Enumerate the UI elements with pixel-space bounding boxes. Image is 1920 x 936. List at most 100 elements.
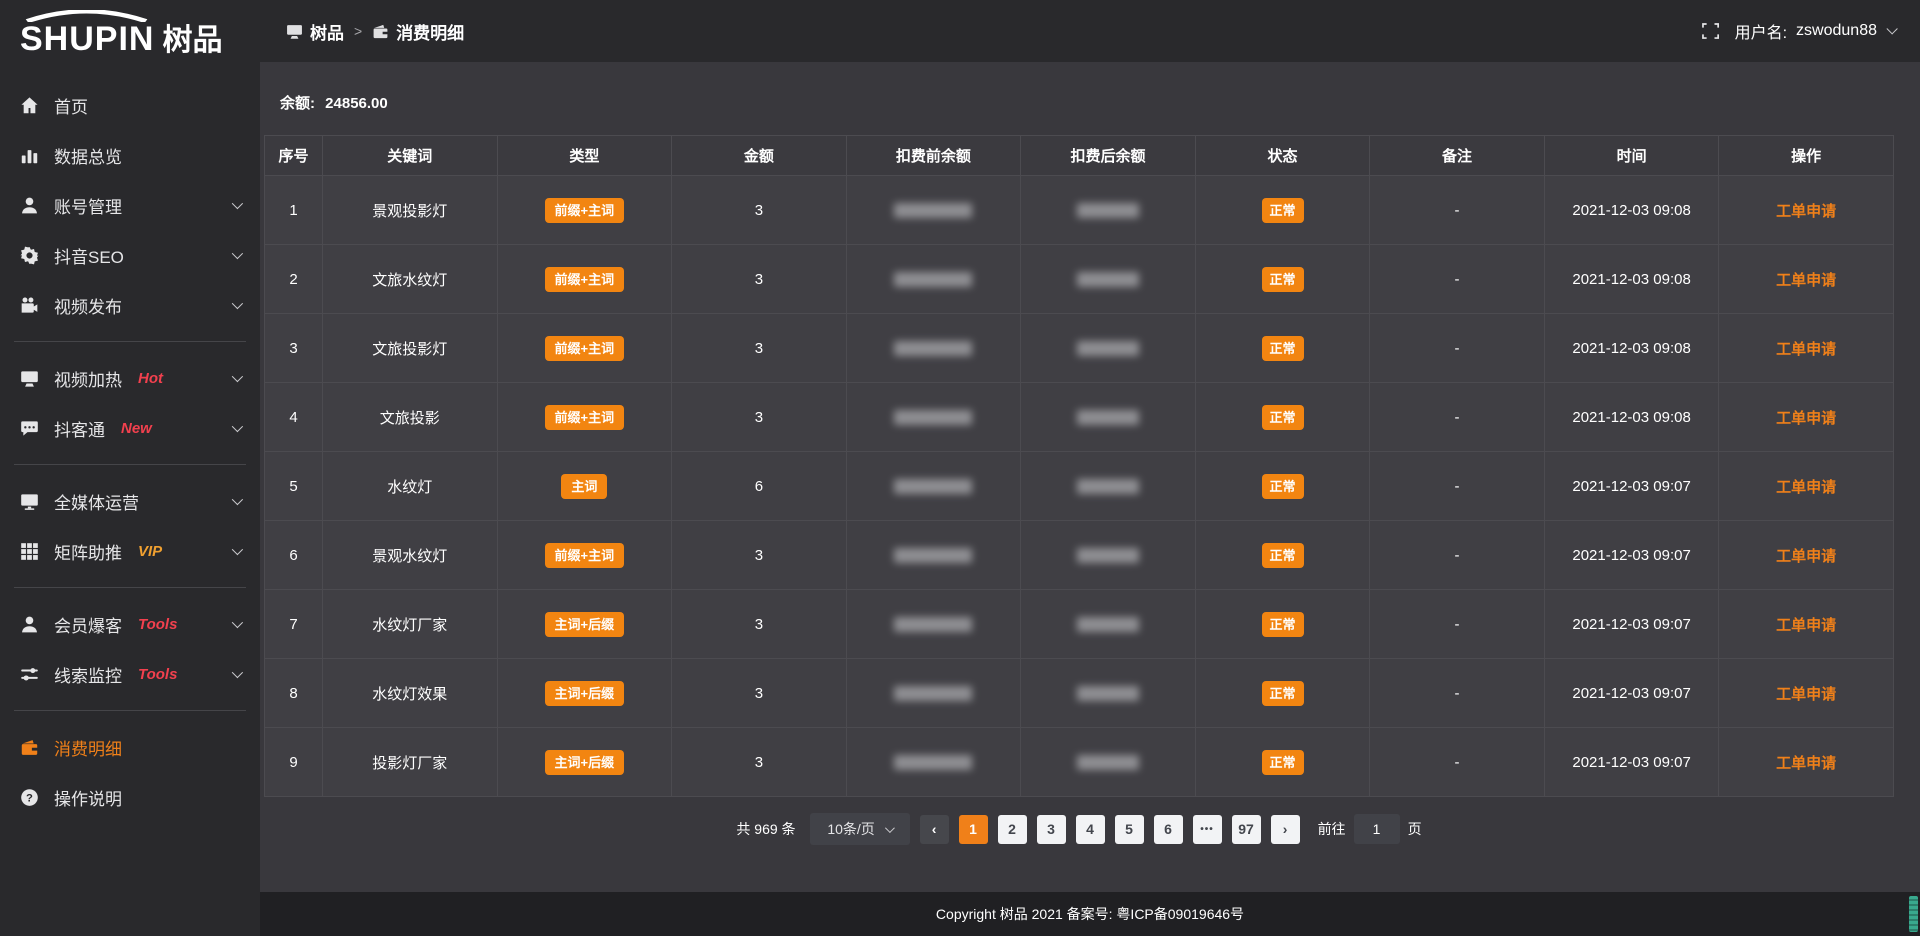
cell-keyword: 水纹灯厂家: [323, 590, 498, 659]
prev-page-button[interactable]: ‹: [920, 815, 949, 844]
goto-page-input[interactable]: [1354, 814, 1400, 844]
balance-label: 余额:: [280, 95, 315, 112]
work-order-link[interactable]: 工单申请: [1776, 341, 1836, 358]
cell-status: 正常: [1195, 659, 1370, 728]
page-button-97[interactable]: 97: [1232, 815, 1261, 844]
work-order-link[interactable]: 工单申请: [1776, 686, 1836, 703]
note-value: -: [1455, 340, 1460, 357]
cell-balance-before: [846, 521, 1021, 590]
cell-note: -: [1370, 521, 1545, 590]
user-menu[interactable]: 用户名: zswodun88: [1735, 19, 1894, 43]
sidebar-item-4[interactable]: 视频发布: [0, 280, 260, 330]
sidebar-item-5[interactable]: 视频加热Hot: [0, 353, 260, 403]
balance-value: 24856.00: [325, 95, 388, 112]
sidebar-item-10[interactable]: 线索监控Tools: [0, 649, 260, 699]
work-order-link[interactable]: 工单申请: [1776, 755, 1836, 772]
cell-time: 2021-12-03 09:07: [1544, 452, 1719, 521]
page-button-2[interactable]: 2: [998, 815, 1027, 844]
seq-value: 8: [289, 685, 297, 702]
amount-value: 3: [755, 754, 763, 771]
status-badge: 正常: [1262, 750, 1304, 775]
work-order-link[interactable]: 工单申请: [1776, 479, 1836, 496]
sidebar-item-0[interactable]: 首页: [0, 80, 260, 130]
work-order-link[interactable]: 工单申请: [1776, 410, 1836, 427]
breadcrumb-item-current[interactable]: 消费明细: [372, 19, 464, 44]
keyword-value: 水纹灯效果: [372, 686, 447, 703]
sidebar-item-12[interactable]: ?操作说明: [0, 772, 260, 822]
seq-value: 9: [289, 754, 297, 771]
blurred-value: [1077, 479, 1139, 494]
home-icon: [20, 96, 39, 115]
sidebar-item-2[interactable]: 账号管理: [0, 180, 260, 230]
cell-seq: 1: [265, 176, 323, 245]
sidebar-item-8[interactable]: 矩阵助推VIP: [0, 526, 260, 576]
keyword-value: 投影灯厂家: [372, 755, 447, 772]
sidebar-item-6[interactable]: 抖客通New: [0, 403, 260, 453]
cell-time: 2021-12-03 09:07: [1544, 590, 1719, 659]
page-button-4[interactable]: 4: [1076, 815, 1105, 844]
work-order-link[interactable]: 工单申请: [1776, 203, 1836, 220]
gear-icon: [20, 246, 39, 265]
cell-keyword: 水纹灯: [323, 452, 498, 521]
breadcrumb-label: 消费明细: [396, 19, 464, 44]
blurred-value: [1077, 686, 1139, 701]
page-button-1[interactable]: 1: [959, 815, 988, 844]
cell-balance-before: [846, 452, 1021, 521]
amount-value: 6: [755, 478, 763, 495]
sidebar-item-9[interactable]: 会员爆客Tools: [0, 599, 260, 649]
cell-note: -: [1370, 176, 1545, 245]
chevron-down-icon: [232, 248, 243, 259]
table-header-cell: 备注: [1370, 136, 1545, 176]
table-row: 8水纹灯效果主词+后缀3正常-2021-12-03 09:07工单申请: [265, 659, 1894, 728]
sidebar-item-tag: Hot: [138, 370, 163, 387]
cell-status: 正常: [1195, 176, 1370, 245]
note-value: -: [1455, 409, 1460, 426]
sidebar-item-label: 首页: [54, 93, 88, 118]
cell-time: 2021-12-03 09:07: [1544, 659, 1719, 728]
chevron-down-icon: [232, 667, 243, 678]
side-widget[interactable]: [1909, 896, 1918, 932]
work-order-link[interactable]: 工单申请: [1776, 548, 1836, 565]
work-order-link[interactable]: 工单申请: [1776, 617, 1836, 634]
sidebar-menu: 首页数据总览账号管理抖音SEO 视频发布视频加热Hot抖客通New 全媒体运营矩阵助…: [0, 66, 260, 936]
blurred-value: [1077, 203, 1139, 218]
logo[interactable]: SHUPIN 树品: [0, 0, 260, 66]
blurred-value: [1077, 341, 1139, 356]
blurred-value: [1077, 410, 1139, 425]
page-button-3[interactable]: 3: [1037, 815, 1066, 844]
content: 余额: 24856.00 序号关键词类型金额扣费前余额扣费后余额状态备注时间操作…: [260, 62, 1920, 892]
cell-note: -: [1370, 452, 1545, 521]
type-badge: 主词+后缀: [545, 612, 625, 637]
cell-seq: 2: [265, 245, 323, 314]
amount-value: 3: [755, 271, 763, 288]
page-button-5[interactable]: 5: [1115, 815, 1144, 844]
next-page-button[interactable]: ›: [1271, 815, 1300, 844]
page-size-select[interactable]: 10条/页: [810, 813, 910, 845]
keyword-value: 水纹灯厂家: [372, 617, 447, 634]
cell-note: -: [1370, 314, 1545, 383]
blurred-value: [894, 272, 972, 287]
user-icon: [20, 196, 39, 215]
breadcrumb-item-home[interactable]: 树品: [286, 19, 344, 44]
note-value: -: [1455, 685, 1460, 702]
page-button-6[interactable]: 6: [1154, 815, 1183, 844]
seq-value: 5: [289, 478, 297, 495]
cell-balance-before: [846, 383, 1021, 452]
sidebar-item-7[interactable]: 全媒体运营: [0, 476, 260, 526]
sidebar-item-label: 抖音SEO: [54, 243, 124, 268]
fullscreen-icon[interactable]: [1701, 22, 1719, 40]
time-value: 2021-12-03 09:08: [1572, 271, 1690, 288]
sidebar-item-11[interactable]: 消费明细: [0, 722, 260, 772]
work-order-link[interactable]: 工单申请: [1776, 272, 1836, 289]
sidebar-item-3[interactable]: 抖音SEO: [0, 230, 260, 280]
sidebar-item-label: 数据总览: [54, 143, 122, 168]
chevron-down-icon: [232, 371, 243, 382]
amount-value: 3: [755, 547, 763, 564]
sidebar-item-1[interactable]: 数据总览: [0, 130, 260, 180]
question-icon: ?: [20, 788, 39, 807]
keyword-value: 水纹灯: [387, 479, 432, 496]
sidebar-item-label: 抖客通: [54, 416, 105, 441]
breadcrumb: 树品 > 消费明细: [286, 19, 464, 44]
page-ellipsis-button[interactable]: •••: [1193, 815, 1222, 844]
blurred-value: [894, 410, 972, 425]
